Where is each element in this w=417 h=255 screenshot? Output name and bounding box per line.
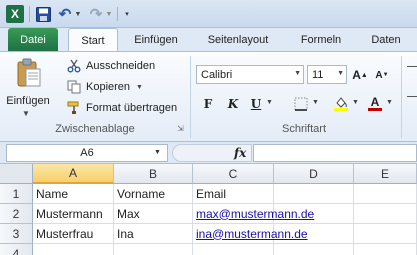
paste-button[interactable]: Einfügen ▼ — [6, 56, 50, 118]
row-header-1[interactable]: 1 — [0, 184, 33, 204]
copy-dropdown-icon[interactable]: ▼ — [136, 84, 143, 91]
font-color-dropdown-icon[interactable]: ▼ — [386, 99, 393, 106]
qat-divider — [29, 6, 30, 22]
fill-color-button[interactable] — [332, 95, 350, 113]
cell-d3[interactable] — [274, 224, 354, 244]
cut-button[interactable]: Ausschneiden — [66, 57, 155, 75]
row-header-4[interactable]: 4 — [0, 244, 33, 255]
font-color-swatch — [368, 108, 382, 111]
column-header-c[interactable]: C — [193, 164, 274, 184]
formula-bar: A6 ▼ fx — [0, 142, 417, 164]
undo-icon[interactable]: ↶ — [57, 5, 73, 23]
cell-c4[interactable] — [193, 244, 274, 255]
shrink-font-icon[interactable]: A ▼ — [374, 66, 390, 84]
cell-a4[interactable] — [33, 244, 114, 255]
tab-data[interactable]: Daten — [362, 28, 410, 51]
font-group-label: Schriftart — [281, 123, 326, 135]
clipboard-launcher-icon[interactable]: ⇲ — [177, 125, 185, 133]
borders-icon[interactable] — [292, 95, 310, 113]
cell-c2-email-link[interactable]: max@mustermann.de — [193, 204, 314, 224]
ribbon: Einfügen ▼ Ausschneiden Kopieren ▼ Forma… — [0, 51, 417, 142]
align-icon-2[interactable] — [407, 96, 417, 97]
italic-button[interactable]: K — [225, 95, 241, 113]
name-box[interactable]: A6 — [6, 144, 168, 162]
group-divider-2 — [401, 56, 402, 138]
column-header-d[interactable]: D — [274, 164, 354, 184]
row-header-3[interactable]: 3 — [0, 224, 33, 244]
fill-color-swatch — [334, 108, 348, 111]
redo-dropdown-icon[interactable]: ▼ — [105, 5, 113, 23]
bold-button[interactable]: F — [200, 95, 216, 113]
align-icon[interactable] — [407, 66, 417, 67]
cut-label: Ausschneiden — [86, 60, 156, 72]
borders-dropdown-icon[interactable]: ▼ — [312, 99, 319, 106]
cell-a2[interactable]: Mustermann — [33, 204, 114, 224]
copy-icon — [66, 79, 82, 95]
tab-start[interactable]: Start — [68, 28, 118, 52]
tab-formulas[interactable]: Formeln — [292, 28, 350, 51]
cell-b4[interactable] — [114, 244, 193, 255]
cell-c1[interactable]: Email — [193, 184, 274, 204]
font-family-dropdown-icon: ▼ — [294, 70, 301, 77]
group-divider — [190, 56, 191, 138]
underline-dropdown-icon[interactable]: ▼ — [266, 99, 273, 106]
format-painter-label: Format übertragen — [86, 102, 178, 114]
qat-divider-2 — [117, 7, 118, 21]
tab-insert[interactable]: Einfügen — [124, 28, 188, 51]
select-all-corner[interactable] — [0, 164, 33, 184]
customize-qat-icon[interactable]: ▾ — [122, 5, 132, 23]
format-painter-icon — [66, 100, 82, 116]
copy-button[interactable]: Kopieren ▼ — [66, 78, 143, 96]
insert-function-icon[interactable]: fx — [234, 146, 246, 160]
cell-a3[interactable]: Musterfrau — [33, 224, 114, 244]
scissors-icon — [66, 58, 82, 74]
cell-e2[interactable] — [354, 204, 417, 224]
cell-b3[interactable]: Ina — [114, 224, 193, 244]
font-color-button[interactable]: A — [366, 95, 384, 113]
cell-e1[interactable] — [354, 184, 417, 204]
row-header-2[interactable]: 2 — [0, 204, 33, 224]
undo-dropdown-icon[interactable]: ▼ — [74, 5, 82, 23]
tab-page-layout[interactable]: Seitenlayout — [196, 28, 280, 51]
save-icon[interactable] — [35, 5, 52, 23]
name-box-value: A6 — [80, 147, 94, 159]
name-box-dropdown-icon[interactable]: ▼ — [154, 149, 161, 156]
cell-e3[interactable] — [354, 224, 417, 244]
ribbon-tabs: Datei Start Einfügen Seitenlayout Formel… — [0, 28, 417, 52]
formula-input[interactable] — [253, 144, 417, 162]
clipboard-group-label: Zwischenablage — [55, 123, 135, 135]
tab-file[interactable]: Datei — [8, 28, 58, 51]
cell-e4[interactable] — [354, 244, 417, 255]
font-size-select[interactable]: 11 ▼ — [307, 65, 347, 84]
font-color-letter-icon: A — [370, 95, 380, 109]
cell-b1[interactable]: Vorname — [114, 184, 193, 204]
cell-a1[interactable]: Name — [33, 184, 114, 204]
font-size-dropdown-icon: ▼ — [337, 70, 344, 77]
column-header-b[interactable]: B — [114, 164, 193, 184]
cell-d2[interactable] — [274, 204, 354, 224]
grow-font-icon[interactable]: A ▲ — [352, 66, 368, 84]
cell-b2[interactable]: Max — [114, 204, 193, 224]
excel-logo-icon[interactable]: X — [6, 5, 24, 23]
copy-label: Kopieren — [86, 81, 131, 93]
font-family-select[interactable]: Calibri ▼ — [196, 65, 304, 84]
cell-d1[interactable] — [274, 184, 354, 204]
paste-dropdown-icon[interactable]: ▼ — [22, 109, 30, 118]
underline-button[interactable]: U — [248, 95, 264, 113]
column-header-e[interactable]: E — [354, 164, 417, 184]
column-header-a[interactable]: A — [33, 164, 114, 184]
font-family-value: Calibri — [201, 68, 233, 81]
font-size-value: 11 — [312, 68, 324, 81]
worksheet-grid: A B C D E 1 Name Vorname Email 2 Musterm… — [0, 164, 417, 255]
redo-icon[interactable]: ↷ — [88, 5, 104, 23]
paste-icon — [17, 58, 41, 87]
cell-d4[interactable] — [274, 244, 354, 255]
format-painter-button[interactable]: Format übertragen — [66, 99, 177, 117]
title-bar: X ↶ ▼ ↷ ▼ ▾ — [0, 0, 417, 28]
paste-label: Einfügen — [6, 95, 50, 107]
fill-color-dropdown-icon[interactable]: ▼ — [352, 99, 359, 106]
cell-c3-email-link[interactable]: ina@mustermann.de — [193, 224, 308, 244]
